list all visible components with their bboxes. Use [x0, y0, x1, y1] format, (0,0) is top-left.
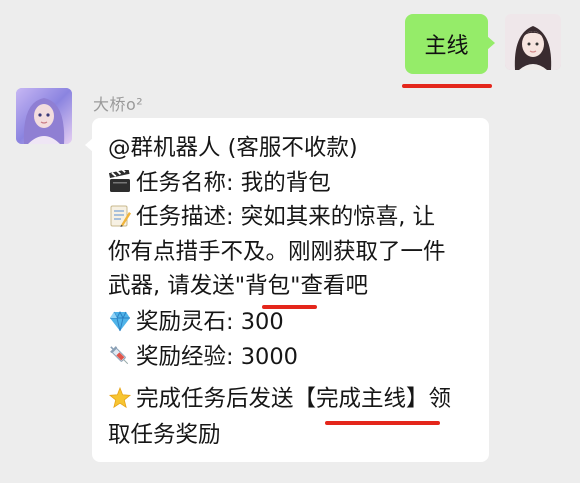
sent-message-bubble[interactable]: 主线	[405, 14, 488, 74]
sent-bubble-tail	[487, 36, 495, 50]
sender-avatar[interactable]	[16, 88, 72, 144]
message-line-task-desc: 任务描述: 突如其来的惊喜, 让	[108, 200, 435, 234]
sent-message-text: 主线	[424, 34, 469, 59]
received-bubble-tail	[85, 138, 93, 152]
message-line-reward-stone: 奖励灵石: 300	[108, 305, 284, 339]
message-line-mention: @群机器人 (客服不收款)	[108, 135, 358, 161]
message-line-task-desc-2: 你有点措手不及。刚刚获取了一件	[108, 239, 446, 265]
syringe-icon	[110, 346, 129, 365]
gem-icon	[110, 310, 130, 332]
glowing-star-icon	[108, 386, 132, 409]
annotation-underline-main	[402, 84, 492, 88]
message-line-task-desc-3: 武器, 请发送"背包"查看吧	[108, 273, 369, 299]
self-avatar[interactable]	[505, 14, 561, 70]
message-line-reward-exp: 奖励经验: 3000	[108, 340, 298, 374]
message-line-complete: 完成任务后发送【完成主线】领	[108, 382, 451, 416]
message-line-task-name: 任务名称: 我的背包	[108, 166, 331, 200]
sender-name: 大桥o²	[93, 95, 144, 114]
annotation-underline-complete-main	[325, 421, 440, 425]
memo-icon	[110, 205, 131, 227]
clapperboard-icon	[108, 170, 130, 192]
message-line-claim: 取任务奖励	[108, 422, 221, 448]
